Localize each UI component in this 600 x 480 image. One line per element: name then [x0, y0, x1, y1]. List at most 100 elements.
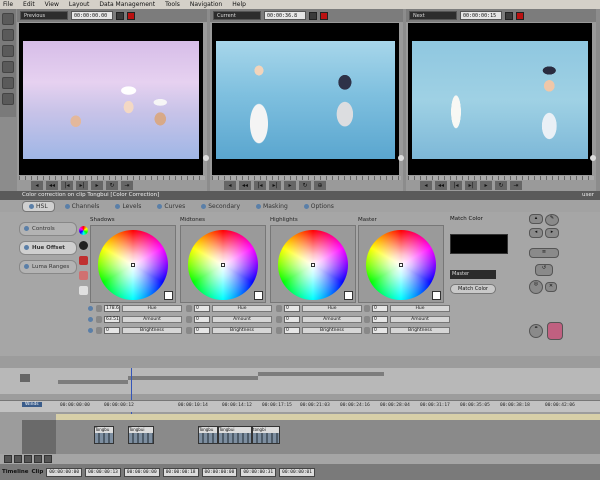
footer-timecode[interactable]: 00:00:00:00 [46, 467, 83, 477]
zoom-icon[interactable] [20, 374, 30, 382]
tab-curves[interactable]: Curves [151, 202, 191, 211]
midtones-color-wheel[interactable] [188, 230, 258, 300]
rewind-icon[interactable]: ◂◂ [239, 181, 251, 190]
hue-input[interactable]: 0 [372, 305, 388, 312]
play-icon[interactable]: ▸ [480, 181, 492, 190]
rewind-icon[interactable]: ◂◂ [46, 181, 58, 190]
spinner-icon[interactable] [276, 305, 282, 312]
spinner-icon[interactable] [364, 327, 370, 334]
tab-channels[interactable]: Channels [59, 202, 106, 211]
timeline-clip-selected[interactable]: Tongbui [128, 426, 154, 444]
step-forward-icon[interactable]: ▸| [76, 181, 88, 190]
track-toggle-icon[interactable] [34, 455, 42, 463]
wheel-handle[interactable] [131, 263, 135, 267]
out-point-icon[interactable]: ⇥ [121, 181, 133, 190]
play-icon[interactable]: ▸ [91, 181, 103, 190]
edit-tool-icon[interactable] [2, 29, 14, 41]
close-icon[interactable]: ✕ [545, 282, 557, 292]
loop-icon[interactable]: ↻ [106, 181, 118, 190]
timeline-clip[interactable]: tongbi [252, 426, 280, 444]
timeline-ruler[interactable]: Winds 00:00:00:00 00:00:00:12 00:00:10:1… [0, 400, 600, 412]
swatch-white[interactable] [79, 286, 88, 295]
match-color-button[interactable]: Match Color [450, 284, 496, 294]
wheel-color-chip[interactable] [164, 291, 173, 300]
monitor-marker-icon[interactable] [398, 155, 404, 161]
render-icon[interactable]: ⊕ [314, 181, 326, 190]
arrow-right-icon[interactable]: ▸ [545, 228, 559, 238]
menu-data-management[interactable]: Data Management [99, 1, 155, 8]
spinner-icon[interactable] [96, 305, 102, 312]
monitor-source-select[interactable]: Next [409, 11, 457, 20]
color-tool-icon[interactable] [2, 77, 14, 89]
timeline-clip[interactable]: Tongbu [198, 426, 218, 444]
monitor-screen[interactable] [408, 23, 592, 175]
step-back-icon[interactable]: |◂ [61, 181, 73, 190]
wheel-handle[interactable] [311, 263, 315, 267]
loop-icon[interactable]: ↻ [299, 181, 311, 190]
menu-layout[interactable]: Layout [69, 1, 89, 8]
tab-options[interactable]: Options [298, 202, 340, 211]
pointer-tool-icon[interactable] [2, 13, 14, 25]
spinner-icon[interactable] [186, 316, 192, 323]
clip-tab[interactable]: Clip [32, 469, 44, 475]
monitor-record-button[interactable] [516, 11, 524, 20]
wheel-color-chip[interactable] [344, 291, 353, 300]
monitor-jog-ruler[interactable] [19, 176, 205, 180]
spinner-icon[interactable] [186, 305, 192, 312]
step-back-icon[interactable]: |◂ [254, 181, 266, 190]
match-color-swatch[interactable] [450, 234, 508, 254]
track-header[interactable] [22, 420, 56, 454]
wheel-handle[interactable] [221, 263, 225, 267]
master-color-wheel[interactable] [366, 230, 436, 300]
swatch-red[interactable] [79, 256, 88, 265]
loop-icon[interactable]: ↻ [495, 181, 507, 190]
spinner-icon[interactable] [364, 305, 370, 312]
timeline-clip[interactable]: Tongbui [218, 426, 252, 444]
spinner-icon[interactable] [186, 327, 192, 334]
tab-hsl[interactable]: HSL [22, 200, 55, 212]
monitor-timecode[interactable]: 00:00:00.00 [71, 11, 113, 20]
monitor-mark-button[interactable] [505, 11, 513, 20]
brightness-input[interactable]: 0 [372, 327, 388, 334]
footer-timecode[interactable]: 00:00:00:13 [85, 467, 121, 477]
color-picker-icon[interactable] [79, 226, 88, 235]
monitor-marker-icon[interactable] [590, 155, 596, 161]
footer-timecode[interactable]: 00:00:00:00 [201, 467, 238, 477]
rewind-icon[interactable]: ◂◂ [435, 181, 447, 190]
amount-input[interactable]: 63.51 [104, 316, 120, 323]
amount-input[interactable]: 0 [284, 316, 300, 323]
monitor-record-button[interactable] [320, 11, 328, 20]
footer-timecode[interactable]: 00:00:00:18 [162, 467, 199, 477]
monitor-jog-ruler[interactable] [408, 176, 594, 180]
hue-input[interactable]: 0 [284, 305, 300, 312]
sequence-name[interactable]: Winds [22, 402, 42, 407]
track-toggle-icon[interactable] [4, 455, 12, 463]
side-item-controls[interactable]: Controls [19, 222, 77, 236]
amount-input[interactable]: 0 [194, 316, 210, 323]
brightness-input[interactable]: 0 [284, 327, 300, 334]
monitor-record-button[interactable] [127, 11, 135, 20]
arrow-left-icon[interactable]: ◂ [529, 228, 543, 238]
track-toggle-icon[interactable] [14, 455, 22, 463]
reset-button[interactable]: ↺ [535, 264, 553, 276]
hue-input[interactable]: 0 [194, 305, 210, 312]
monitor-mark-button[interactable] [116, 11, 124, 20]
track-toggle-icon[interactable] [24, 455, 32, 463]
timeline-overview[interactable] [0, 368, 600, 394]
menu-help[interactable]: Help [232, 1, 246, 8]
prev-frame-icon[interactable]: ◂ [31, 181, 43, 190]
monitor-timecode[interactable]: 00:00:00:15 [460, 11, 502, 20]
auto-button[interactable]: ▴ [529, 214, 543, 224]
monitor-source-select[interactable]: Current [213, 11, 261, 20]
out-point-icon[interactable]: ⇥ [510, 181, 522, 190]
tab-masking[interactable]: Masking [250, 202, 294, 211]
bypass-button[interactable]: ≡ [529, 248, 559, 258]
monitor-screen[interactable] [212, 23, 399, 175]
swatch-pink[interactable] [79, 271, 88, 280]
highlights-color-wheel[interactable] [278, 230, 348, 300]
menu-edit[interactable]: Edit [23, 1, 35, 8]
step-forward-icon[interactable]: ▸| [269, 181, 281, 190]
side-item-hue-offset[interactable]: Hue Offset [19, 241, 77, 255]
spinner-icon[interactable] [276, 327, 282, 334]
wheel-color-chip[interactable] [432, 291, 441, 300]
